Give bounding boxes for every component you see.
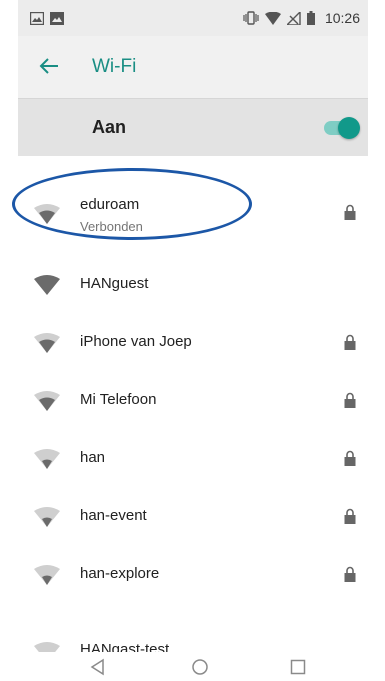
no-signal-icon bbox=[286, 11, 301, 25]
wifi-toggle[interactable] bbox=[324, 117, 360, 139]
network-item-eduroam[interactable]: eduroam Verbonden bbox=[18, 156, 368, 256]
network-item-hangast-test[interactable]: HANgast-test bbox=[18, 634, 368, 654]
network-item-hanguest[interactable]: HANguest bbox=[18, 256, 368, 314]
wifi-signal-full-icon bbox=[34, 275, 60, 295]
status-bar: 10:26 bbox=[18, 0, 368, 36]
page-title: Wi-Fi bbox=[92, 56, 137, 77]
network-item-han-explore[interactable]: han-explore bbox=[18, 546, 368, 604]
lock-icon bbox=[344, 566, 356, 582]
lock-icon bbox=[344, 204, 356, 220]
wifi-icon bbox=[264, 11, 281, 25]
lock-icon bbox=[344, 334, 356, 350]
wifi-signal-medium-icon bbox=[34, 204, 60, 224]
home-circle-icon[interactable] bbox=[190, 657, 210, 677]
navigation-bar bbox=[0, 652, 385, 681]
wifi-signal-medium-icon bbox=[34, 333, 60, 353]
master-switch-label: Aan bbox=[92, 117, 127, 137]
vibrate-icon bbox=[243, 11, 259, 25]
wifi-signal-low-icon bbox=[34, 507, 60, 527]
status-bar-left bbox=[30, 11, 64, 25]
wifi-signal-low-icon bbox=[34, 449, 60, 469]
network-name: han-explore bbox=[80, 565, 160, 582]
recents-square-icon[interactable] bbox=[288, 657, 308, 677]
network-item-iphone-van-joep[interactable]: iPhone van Joep bbox=[18, 314, 368, 372]
network-name: iPhone van Joep bbox=[80, 333, 192, 350]
network-item-mi-telefoon[interactable]: Mi Telefoon bbox=[18, 372, 368, 430]
back-triangle-icon[interactable] bbox=[88, 657, 108, 677]
arrow-left-icon[interactable] bbox=[38, 55, 60, 77]
clock: 10:26 bbox=[324, 10, 360, 26]
network-name: han-event bbox=[80, 507, 147, 524]
network-name: eduroam bbox=[80, 196, 140, 213]
wifi-signal-low-icon bbox=[34, 565, 60, 585]
battery-icon bbox=[306, 11, 315, 25]
wifi-signal-medium-icon bbox=[34, 391, 60, 411]
status-bar-right: 10:26 bbox=[243, 10, 360, 26]
lock-icon bbox=[344, 392, 356, 408]
app-bar: Wi-Fi bbox=[18, 36, 368, 98]
screen: 10:26 Wi-Fi Aan eduroam Verbonden HANgue… bbox=[0, 0, 385, 681]
network-name: Mi Telefoon bbox=[80, 391, 157, 408]
network-name: han bbox=[80, 449, 106, 466]
network-list: eduroam Verbonden HANguest iPhone van Jo… bbox=[18, 156, 368, 604]
toggle-knob bbox=[338, 117, 360, 139]
image-icon bbox=[50, 11, 64, 25]
wifi-master-switch-row[interactable]: Aan bbox=[18, 98, 368, 156]
gallery-icon bbox=[30, 11, 44, 25]
network-item-han-event[interactable]: han-event bbox=[18, 488, 368, 546]
network-status: Verbonden bbox=[80, 219, 143, 234]
network-item-han[interactable]: han bbox=[18, 430, 368, 488]
lock-icon bbox=[344, 508, 356, 524]
lock-icon bbox=[344, 450, 356, 466]
network-name: HANguest bbox=[80, 275, 149, 292]
